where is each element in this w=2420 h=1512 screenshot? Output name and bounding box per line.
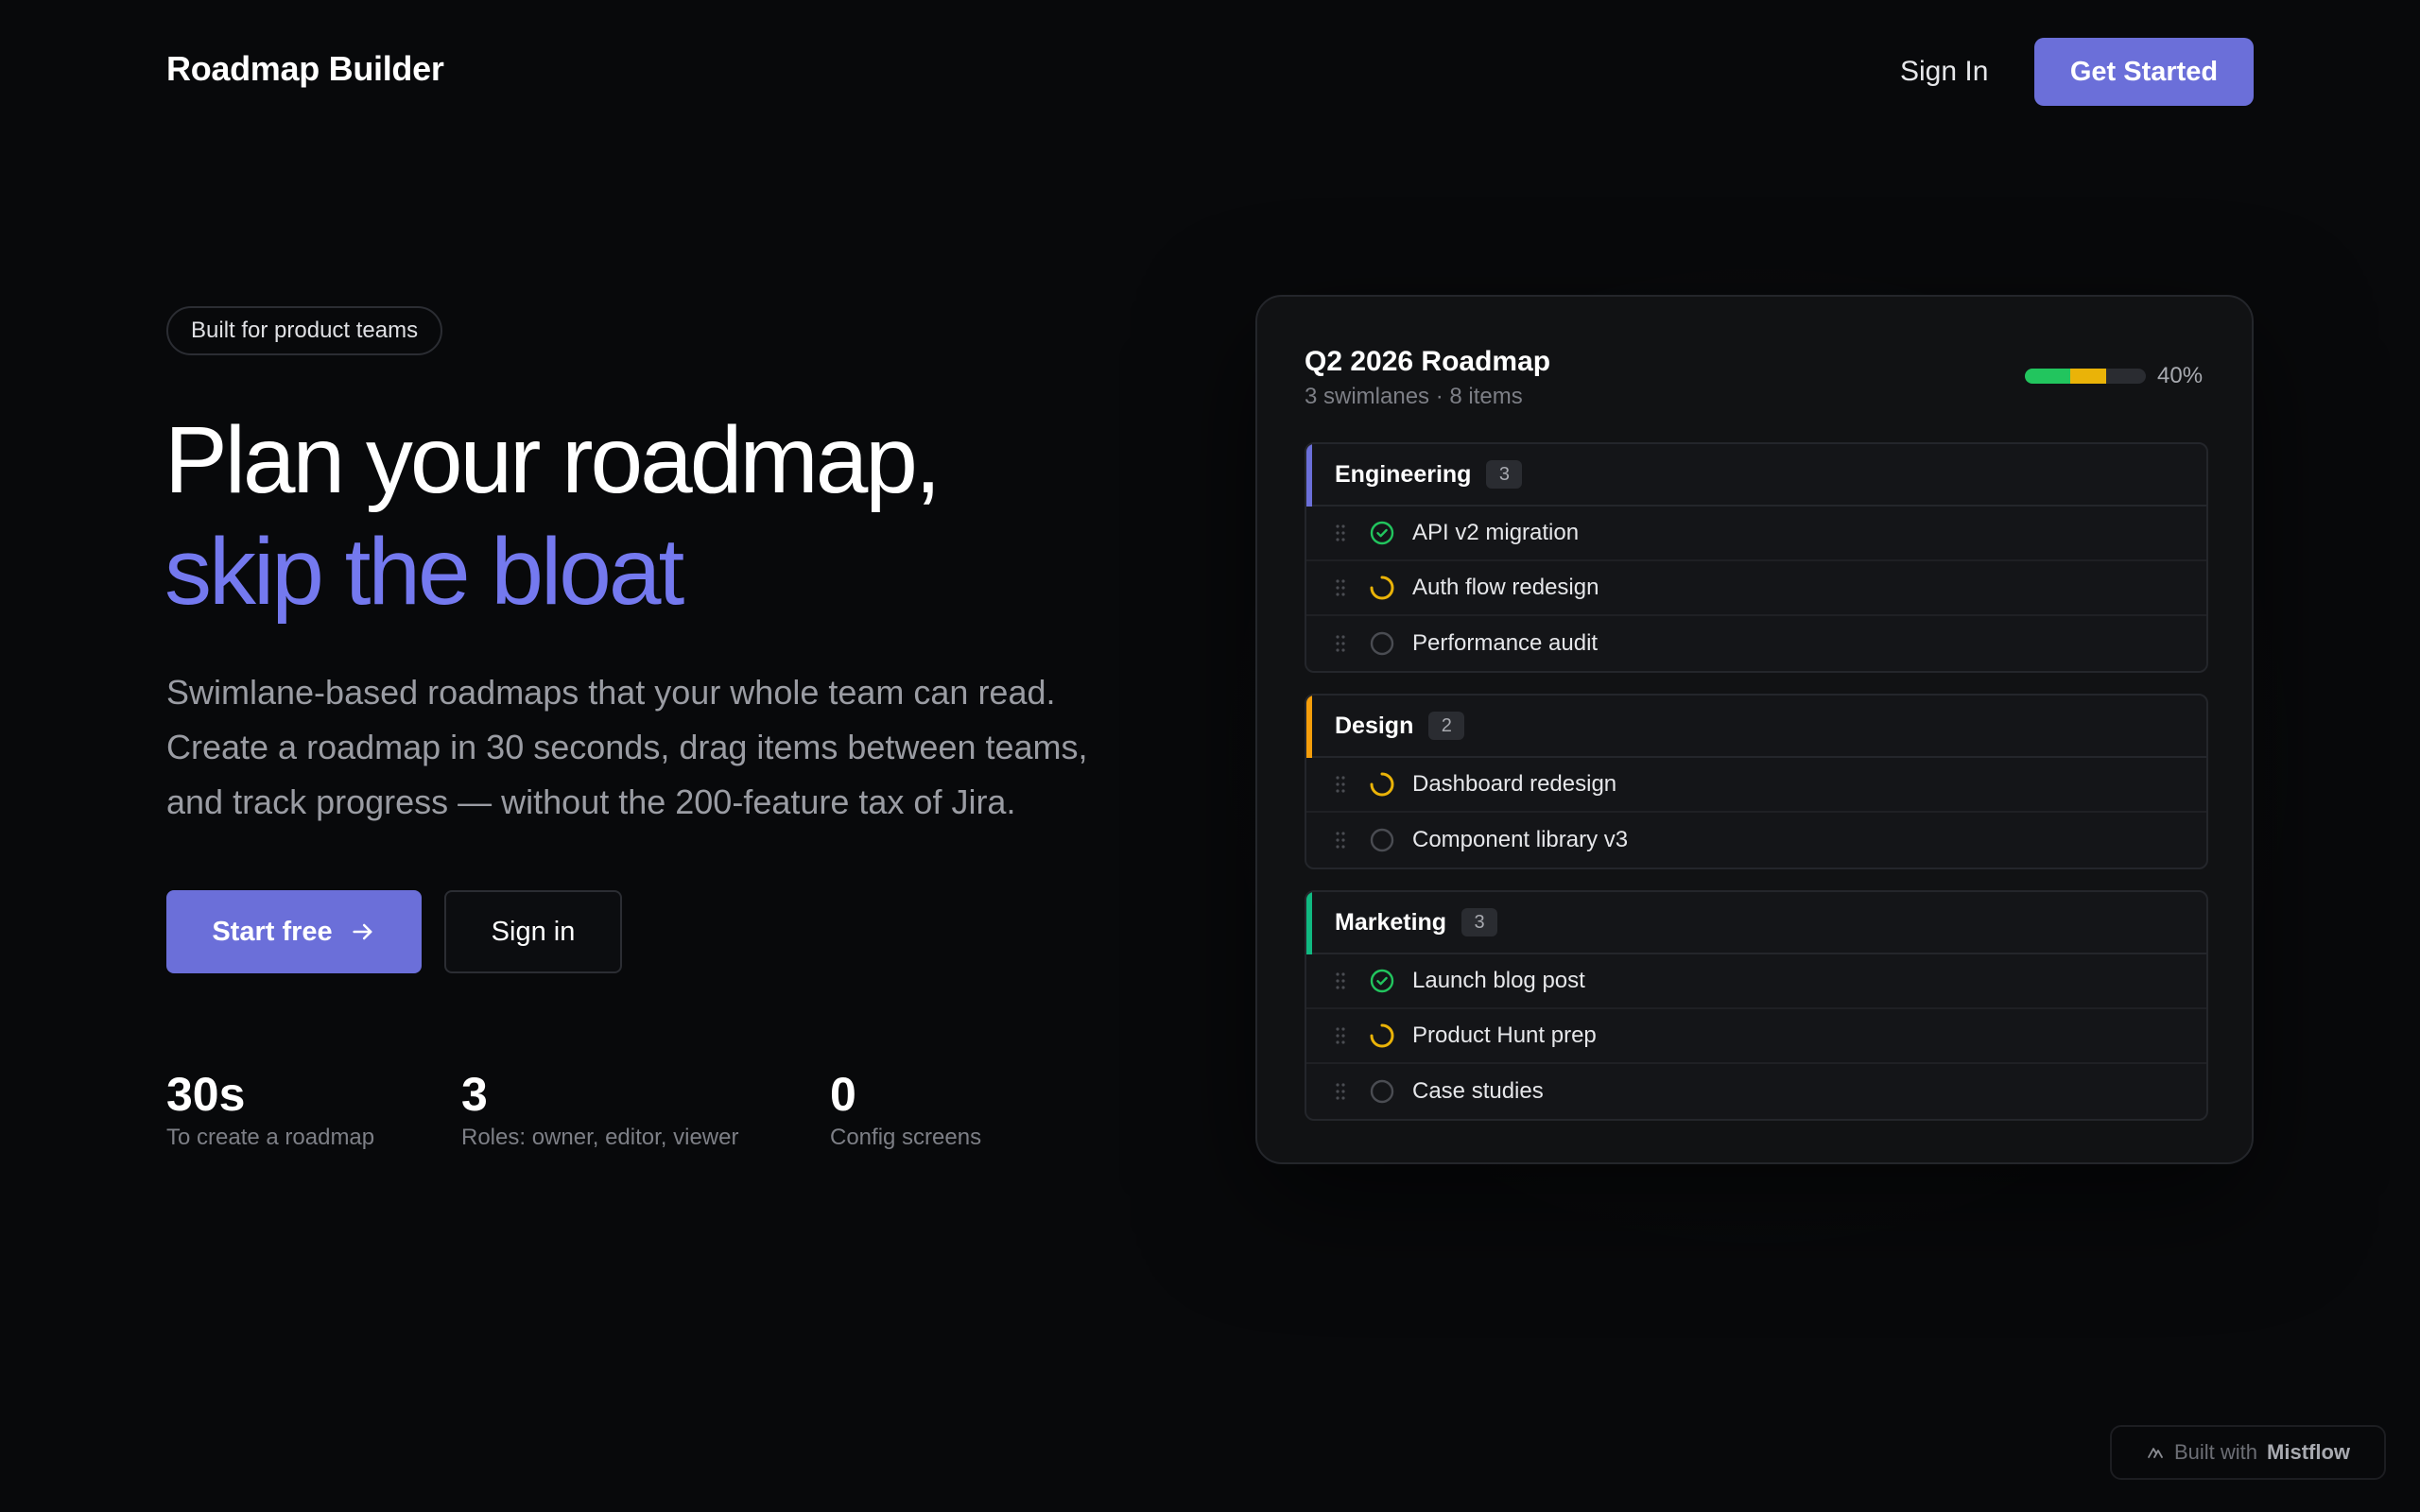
lane-name: Marketing — [1335, 908, 1447, 936]
brand-logo[interactable]: Roadmap Builder — [166, 49, 444, 89]
lane-accent — [1306, 892, 1312, 954]
item-label: Case studies — [1412, 1078, 1544, 1104]
stat-value: 30s — [166, 1068, 246, 1121]
lane-header[interactable]: Design 2 — [1306, 696, 2206, 758]
drag-handle-icon[interactable] — [1335, 578, 1346, 597]
hero-sign-in-button[interactable]: Sign in — [444, 890, 622, 973]
headline-line-2: skip the bloat — [164, 519, 684, 625]
built-with-badge[interactable]: Built with Mistflow — [2110, 1425, 2386, 1480]
item-label: Component library v3 — [1412, 827, 1629, 852]
roadmap-progress-bar — [2025, 369, 2146, 384]
swimlane-marketing: Marketing 3 Launch blog post Product Hunt p… — [1305, 890, 2208, 1121]
lane-count-badge: 3 — [1461, 908, 1498, 936]
stat-config-screens: 0 Config screens — [830, 1066, 981, 1151]
roadmap-item[interactable]: Auth flow redesign — [1306, 561, 2206, 616]
stat-roles: 3 Roles: owner, editor, viewer — [461, 1066, 738, 1151]
arrow-right-icon — [353, 923, 372, 940]
headline-line-1: Plan your roadmap, — [164, 407, 942, 513]
built-with-text: Built with — [2173, 1440, 2258, 1464]
lane-count-badge: 2 — [1428, 712, 1465, 740]
empty-circle-icon[interactable] — [1369, 630, 1395, 657]
stat-label: To create a roadmap — [166, 1125, 375, 1150]
get-started-button[interactable]: Get Started — [2034, 38, 2254, 106]
item-label: Auth flow redesign — [1412, 575, 1599, 600]
roadmap-subtitle: 3 swimlanes · 8 items — [1305, 384, 1523, 409]
lane-header[interactable]: Engineering 3 — [1306, 444, 2206, 507]
roadmap-title: Q2 2026 Roadmap — [1305, 346, 1551, 377]
start-free-button[interactable]: Start free — [166, 890, 422, 973]
start-free-label: Start free — [212, 916, 333, 947]
roadmap-item[interactable]: Performance audit — [1306, 616, 2206, 671]
drag-handle-icon[interactable] — [1335, 1082, 1346, 1101]
lane-accent — [1306, 696, 1312, 758]
built-with-brand: Mistflow — [2267, 1440, 2351, 1464]
lane-accent — [1306, 444, 1312, 507]
progress-done-segment — [2025, 369, 2070, 384]
item-label: API v2 migration — [1412, 520, 1580, 545]
swimlane-design: Design 2 Dashboard redesign Component libra… — [1305, 694, 2208, 869]
lane-count-badge: 3 — [1486, 460, 1523, 489]
drag-handle-icon[interactable] — [1335, 1026, 1346, 1045]
nav-sign-in-link[interactable]: Sign In — [1900, 38, 1988, 106]
roadmap-item[interactable]: Product Hunt prep — [1306, 1009, 2206, 1064]
in-progress-icon[interactable] — [1369, 1022, 1395, 1049]
drag-handle-icon[interactable] — [1335, 775, 1346, 794]
audience-badge: Built for product teams — [166, 306, 443, 355]
item-label: Dashboard redesign — [1412, 771, 1617, 797]
item-label: Launch blog post — [1412, 968, 1585, 993]
lane-name: Engineering — [1335, 460, 1472, 488]
stat-create-time: 30s To create a roadmap — [166, 1066, 374, 1151]
roadmap-item[interactable]: Dashboard redesign — [1306, 758, 2206, 813]
stat-value: 3 — [461, 1068, 488, 1121]
check-circle-icon[interactable] — [1369, 968, 1395, 994]
roadmap-preview-card: Q2 2026 Roadmap 3 swimlanes · 8 items 40… — [1255, 295, 2254, 1164]
roadmap-item[interactable]: Launch blog post — [1306, 954, 2206, 1009]
stat-label: Roles: owner, editor, viewer — [461, 1125, 739, 1150]
lane-name: Design — [1335, 712, 1414, 739]
drag-handle-icon[interactable] — [1335, 971, 1346, 990]
in-progress-icon[interactable] — [1369, 771, 1395, 798]
stat-label: Config screens — [830, 1125, 982, 1150]
in-progress-icon[interactable] — [1369, 575, 1395, 601]
stat-value: 0 — [830, 1068, 856, 1121]
item-label: Performance audit — [1412, 630, 1599, 656]
roadmap-item[interactable]: API v2 migration — [1306, 507, 2206, 561]
landing-page: Roadmap Builder Sign In Get Started Buil… — [0, 0, 2420, 1512]
empty-circle-icon[interactable] — [1369, 1078, 1395, 1105]
roadmap-item[interactable]: Component library v3 — [1306, 813, 2206, 868]
empty-circle-icon[interactable] — [1369, 827, 1395, 853]
swimlane-engineering: Engineering 3 API v2 migration Auth flow re… — [1305, 442, 2208, 673]
progress-percent: 40% — [2157, 363, 2204, 388]
hero-description: Swimlane-based roadmaps that your whole … — [166, 673, 1088, 821]
lane-header[interactable]: Marketing 3 — [1306, 892, 2206, 954]
item-label: Product Hunt prep — [1412, 1022, 1597, 1048]
progress-in-progress-segment — [2070, 369, 2107, 384]
drag-handle-icon[interactable] — [1335, 831, 1346, 850]
check-circle-icon[interactable] — [1369, 520, 1395, 546]
roadmap-item[interactable]: Case studies — [1306, 1064, 2206, 1119]
drag-handle-icon[interactable] — [1335, 634, 1346, 653]
mistflow-logo-icon — [2148, 1448, 2163, 1458]
drag-handle-icon[interactable] — [1335, 524, 1346, 542]
